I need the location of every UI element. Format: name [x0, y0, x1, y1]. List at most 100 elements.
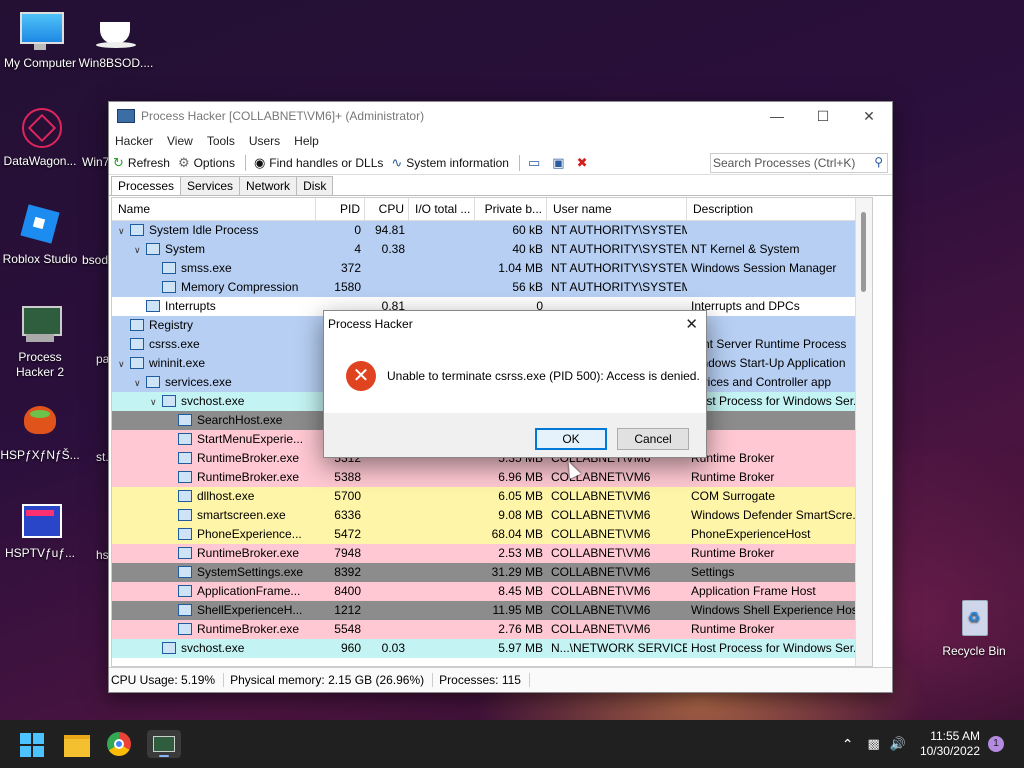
private-bytes-cell: 60 kB	[512, 223, 543, 237]
description-cell: Host Process for Windows Ser...	[691, 394, 864, 408]
chrome-button[interactable]	[107, 730, 135, 758]
private-bytes-cell: 56 kB	[512, 280, 543, 294]
app-icon	[117, 109, 135, 123]
user-name-cell: COLLABNET\VM6	[551, 508, 651, 522]
ok-button[interactable]: OK	[535, 428, 607, 450]
window-icon-button[interactable]: ▭	[528, 155, 544, 171]
desktop-icon-label: Process Hacker 2	[15, 350, 65, 379]
expand-chevron-icon[interactable]: ∨	[150, 393, 160, 411]
private-bytes-cell: 1.04 MB	[498, 261, 543, 275]
desktop-icon-win8bsod[interactable]: Win8BSOD....	[76, 8, 156, 71]
tab-network[interactable]: Network	[239, 176, 298, 195]
start-button[interactable]	[20, 730, 48, 758]
process-row[interactable]: ShellExperienceH... 1212 11.95 MB COLLABNET…	[112, 601, 872, 620]
process-row[interactable]: ∨ System 4 0.38 40 kB NT AUTHORITY\SYSTEM NT K…	[112, 240, 872, 259]
options-button[interactable]: ⚙ Options	[178, 155, 235, 171]
expand-chevron-icon[interactable]: ∨	[118, 222, 128, 240]
dialog-close-button[interactable]: ✕	[685, 315, 698, 333]
menu-users[interactable]: Users	[249, 134, 280, 148]
process-hacker-taskbar-button[interactable]	[147, 730, 181, 758]
process-row[interactable]: ∨ System Idle Process 0 94.81 60 kB NT AUTHOR…	[112, 221, 872, 240]
vertical-scrollbar[interactable]	[855, 198, 872, 666]
description-cell	[687, 316, 871, 335]
io-cell	[409, 563, 475, 582]
process-row[interactable]: svchost.exe 960 0.03 5.97 MB N...\NETWORK SE…	[112, 639, 872, 658]
expand-chevron-icon[interactable]: ∨	[134, 374, 144, 392]
desktop-icon-label: Win8BSOD....	[78, 56, 154, 70]
process-name-cell: svchost.exe	[112, 639, 316, 658]
user-name-cell: NT AUTHORITY\SYSTEM	[551, 280, 687, 294]
process-row[interactable]: RuntimeBroker.exe 5388 6.96 MB COLLABNET\VM…	[112, 468, 872, 487]
expand-chevron-icon[interactable]: ∨	[118, 355, 128, 373]
notification-badge[interactable]: 1	[988, 736, 1004, 752]
close-button[interactable]: ✕	[846, 102, 892, 130]
desktop-icon-hsptv[interactable]: HSPTVƒuƒ...	[0, 498, 80, 561]
search-processes-input[interactable]: Search Processes (Ctrl+K) ⚲	[710, 153, 888, 173]
process-icon	[130, 337, 144, 350]
clock[interactable]: 11:55 AM 10/30/2022	[920, 729, 980, 759]
process-name: StartMenuExperie...	[197, 432, 304, 446]
description-cell: Application Frame Host	[691, 584, 816, 598]
process-row[interactable]: smss.exe 372 1.04 MB NT AUTHORITY\SYSTEM Win…	[112, 259, 872, 278]
process-row[interactable]: smartscreen.exe 6336 9.08 MB COLLABNET\VM6 W…	[112, 506, 872, 525]
find-handles-button[interactable]: ◉ Find handles or DLLs	[254, 155, 383, 171]
process-row[interactable]: ApplicationFrame... 8400 8.45 MB COLLABNET\…	[112, 582, 872, 601]
volume-icon[interactable]: 🔊	[890, 736, 906, 752]
window-find-button[interactable]: ▣	[552, 155, 568, 171]
cancel-button[interactable]: Cancel	[617, 428, 689, 450]
menu-view[interactable]: View	[167, 134, 193, 148]
menu-help[interactable]: Help	[294, 134, 319, 148]
datawagon-icon	[16, 106, 64, 150]
column-user-name[interactable]: User name	[547, 198, 687, 220]
window-find-icon: ▣	[552, 155, 565, 170]
teacup-icon	[92, 8, 140, 52]
process-row[interactable]: RuntimeBroker.exe 7948 2.53 MB COLLABNET\VM…	[112, 544, 872, 563]
desktop-icon-hsp[interactable]: HSPƒXƒNƒŠ...	[0, 400, 80, 463]
chevron-up-icon[interactable]: ⌃	[842, 736, 854, 753]
expand-chevron-icon[interactable]: ∨	[134, 241, 144, 259]
toolbar-separator	[518, 155, 520, 171]
window-titlebar[interactable]: Process Hacker [COLLABNET\VM6]+ (Adminis…	[109, 102, 892, 130]
column-private-bytes[interactable]: Private b...	[475, 198, 547, 220]
tab-processes[interactable]: Processes	[111, 176, 182, 195]
desktop-icon-process-hacker[interactable]: Process Hacker 2	[0, 302, 80, 380]
column-pid[interactable]: PID	[316, 198, 365, 220]
process-row[interactable]: RuntimeBroker.exe 5548 2.76 MB COLLABNET\VM…	[112, 620, 872, 639]
user-name-cell: NT AUTHORITY\SYSTEM	[551, 242, 687, 256]
system-information-button[interactable]: ∿ System information	[391, 155, 509, 171]
terminate-x-icon: ✖	[576, 155, 588, 170]
desktop-icon-datawagon[interactable]: DataWagon...	[0, 106, 80, 169]
window-title: Process Hacker [COLLABNET\VM6]+ (Adminis…	[141, 109, 425, 123]
process-row[interactable]: Memory Compression 1580 56 kB NT AUTHORITY\…	[112, 278, 872, 297]
minimize-button[interactable]: —	[754, 102, 800, 130]
process-icon	[162, 641, 176, 654]
terminate-button[interactable]: ✖	[577, 155, 592, 171]
process-icon	[162, 280, 176, 293]
maximize-button[interactable]: ☐	[800, 102, 846, 130]
process-name-cell: csrss.exe	[112, 335, 316, 354]
process-row[interactable]: dllhost.exe 5700 6.05 MB COLLABNET\VM6 COM S…	[112, 487, 872, 506]
desktop-icon-recycle-bin[interactable]: ♻ Recycle Bin	[934, 596, 1014, 659]
process-name: RuntimeBroker.exe	[197, 470, 300, 484]
process-name: RuntimeBroker.exe	[197, 622, 300, 636]
desktop-icon-label: HSPTVƒuƒ...	[4, 546, 76, 560]
network-icon[interactable]: ▩	[867, 736, 879, 752]
column-description[interactable]: Description	[687, 198, 871, 220]
scrollbar-thumb[interactable]	[861, 212, 866, 292]
tab-services[interactable]: Services	[180, 176, 241, 195]
desktop-icon-label: HSPƒXƒNƒŠ...	[0, 448, 80, 462]
column-name[interactable]: Name	[112, 198, 316, 220]
tab-disk[interactable]: Disk	[296, 176, 334, 195]
refresh-button[interactable]: ↻ Refresh	[113, 155, 170, 171]
process-hacker-icon	[16, 302, 64, 346]
desktop-icon-my-computer[interactable]: My Computer	[0, 8, 80, 71]
column-cpu[interactable]: CPU	[365, 198, 409, 220]
process-row[interactable]: PhoneExperience... 5472 68.04 MB COLLABNET\…	[112, 525, 872, 544]
file-explorer-button[interactable]	[64, 730, 92, 758]
process-name: SearchHost.exe	[197, 413, 283, 427]
process-row[interactable]: SystemSettings.exe 8392 31.29 MB COLLABNET\…	[112, 563, 872, 582]
menu-hacker[interactable]: Hacker	[115, 134, 153, 148]
menu-tools[interactable]: Tools	[207, 134, 235, 148]
desktop-icon-roblox-studio[interactable]: Roblox Studio	[0, 204, 80, 267]
column-io-total[interactable]: I/O total ...	[409, 198, 475, 220]
